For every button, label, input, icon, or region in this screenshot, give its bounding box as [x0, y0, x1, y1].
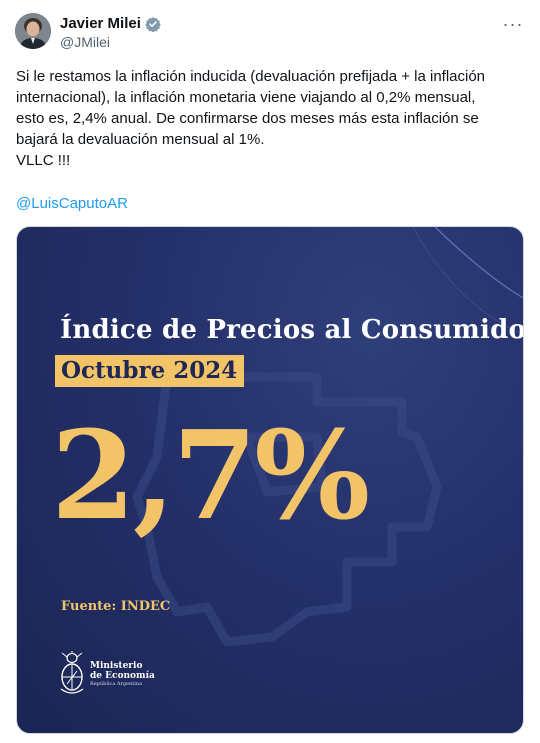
author-handle[interactable]: @JMilei	[60, 34, 110, 50]
card-title: Índice de Precios al Consumidor	[60, 315, 524, 345]
tweet-text-line: Si le restamos la inflación inducida (de…	[16, 68, 486, 85]
tweet-media-image[interactable]: Índice de Precios al Consumidor Octubre …	[16, 226, 524, 734]
ministry-country: República Argentina	[90, 681, 143, 687]
author-name[interactable]: Javier Milei	[60, 15, 141, 32]
tweet: Javier Milei @JMilei ··· Si le restamos …	[0, 0, 540, 743]
argentina-coat-of-arms-icon	[60, 651, 84, 694]
card-inflation-value: 2,7%	[51, 403, 370, 547]
ministry-name-line1: Ministerio	[90, 661, 143, 671]
author-name-row[interactable]: Javier Milei	[60, 15, 161, 32]
ministry-name-line2: de Economía	[90, 671, 155, 681]
tweet-text-line: bajará la devaluación mensual al 1%.	[16, 131, 265, 148]
more-dots-icon: ···	[502, 13, 524, 34]
tweet-text-line: esto es, 2,4% anual. De confirmarse dos …	[16, 110, 479, 127]
tweet-text-line: internacional), la inflación monetaria v…	[16, 89, 476, 106]
card-source: Fuente: INDEC	[61, 599, 171, 614]
ministry-logo-text: Ministerio de Economía República Argenti…	[90, 661, 155, 688]
tweet-text-line: VLLC !!!	[16, 152, 71, 169]
more-options-button[interactable]: ···	[500, 14, 526, 34]
verified-badge-icon	[145, 16, 161, 32]
card-date-label: Octubre 2024	[55, 355, 245, 387]
mention-link[interactable]: @LuisCaputoAR	[16, 195, 128, 212]
tweet-text: Si le restamos la inflación inducida (de…	[16, 66, 524, 171]
avatar[interactable]	[15, 13, 51, 49]
